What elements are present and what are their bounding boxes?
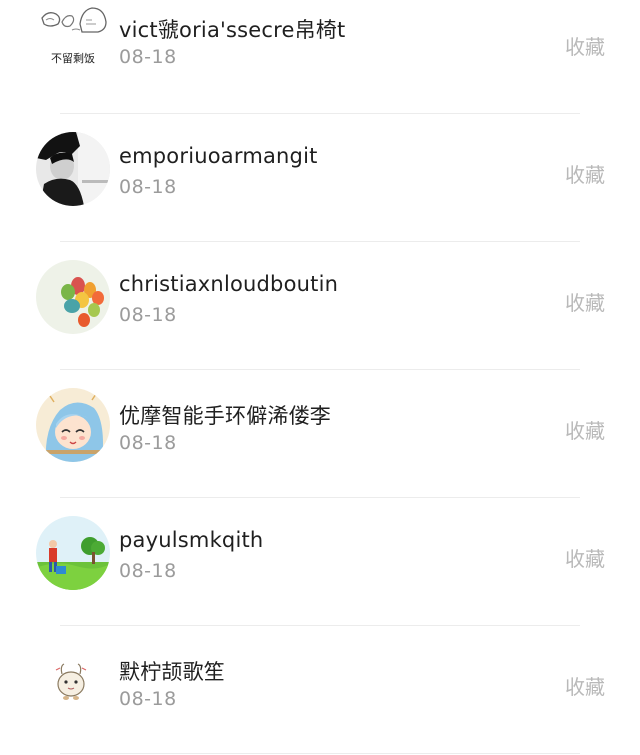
collect-button[interactable]: 收藏 <box>565 543 605 572</box>
list-item[interactable]: 不留剩饭 vict虢oria'ssecre帛椅t 08-18 收藏 <box>0 0 640 114</box>
avatar-caption: 不留剩饭 <box>51 52 95 65</box>
item-title: emporiuoarmangit <box>119 144 318 168</box>
collect-button[interactable]: 收藏 <box>565 671 605 700</box>
item-title: 优摩智能手环僻浠偻李 <box>119 404 331 428</box>
colorful-eggs-avatar[interactable] <box>36 260 110 334</box>
item-date: 08-18 <box>119 46 177 68</box>
item-date: 08-18 <box>119 304 177 326</box>
list-item[interactable]: 优摩智能手环僻浠偻李 08-18 收藏 <box>0 370 640 498</box>
collect-button[interactable]: 收藏 <box>565 159 605 188</box>
item-date: 08-18 <box>119 688 177 710</box>
list-item[interactable]: emporiuoarmangit 08-18 收藏 <box>0 114 640 242</box>
item-title: christiaxnloudboutin <box>119 272 339 296</box>
collect-button[interactable]: 收藏 <box>565 31 605 60</box>
item-date: 08-18 <box>119 432 177 454</box>
list-item[interactable]: 默柠颉歌笙 08-18 收藏 <box>0 626 640 754</box>
anime-girl-avatar[interactable] <box>36 388 110 462</box>
item-title: payulsmkqith <box>119 528 264 552</box>
collect-button[interactable]: 收藏 <box>565 287 605 316</box>
item-title: vict虢oria'ssecre帛椅t <box>119 18 346 42</box>
list-item[interactable]: christiaxnloudboutin 08-18 收藏 <box>0 242 640 370</box>
list-item[interactable]: payulsmkqith 08-18 收藏 <box>0 498 640 626</box>
item-date: 08-18 <box>119 176 177 198</box>
sketch-text-avatar[interactable]: 不留剩饭 <box>36 0 110 74</box>
landscape-avatar[interactable] <box>36 516 110 590</box>
person-bw-avatar[interactable] <box>36 132 110 206</box>
cute-creature-avatar[interactable] <box>36 644 110 718</box>
collect-button[interactable]: 收藏 <box>565 415 605 444</box>
item-title: 默柠颉歌笙 <box>119 660 225 684</box>
divider <box>60 753 580 754</box>
item-date: 08-18 <box>119 560 177 582</box>
favorites-list: 不留剩饭 vict虢oria'ssecre帛椅t 08-18 收藏 empori… <box>0 0 640 755</box>
